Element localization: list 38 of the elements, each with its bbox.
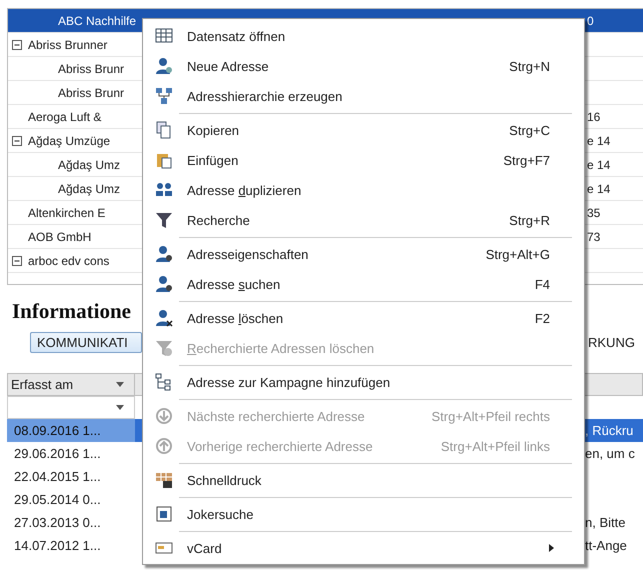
table-cell-text: 35	[586, 206, 602, 220]
menu-label: Adresse löschen	[187, 310, 284, 326]
menu-label: Adresse zur Kampagne hinzufügen	[187, 374, 390, 390]
shortcut-text: F4	[534, 276, 550, 292]
menu-label: Recherchierte Adressen löschen	[187, 340, 374, 356]
shortcut-text: Strg+Alt+Pfeil rechts	[432, 408, 550, 424]
table-cell-text: 73	[586, 230, 602, 244]
menu-label: vCard	[187, 540, 222, 556]
menu-label: Adresse duplizieren	[187, 182, 302, 198]
menu-label: Adresseigenschaften	[187, 246, 308, 262]
menu-label: Einfügen	[187, 152, 238, 168]
shortcut-text: Strg+F7	[503, 152, 550, 168]
section-heading: Informatione	[12, 299, 131, 324]
table-cell-text: 16	[586, 110, 602, 124]
table-cell-text: e 14	[586, 158, 612, 172]
menu-label: Schnelldruck	[187, 472, 262, 488]
table-cell-text: tt-Ange	[585, 538, 628, 553]
shortcut-text: Strg+N	[509, 58, 550, 74]
menu-label: Adresshierarchie erzeugen	[187, 88, 342, 104]
table-cell-text: , Rückru	[585, 423, 634, 438]
menu-label: Jokersuche	[187, 506, 254, 522]
menu-label: Adresse suchen	[187, 276, 280, 292]
menu-label: Nächste recherchierte Adresse	[187, 408, 365, 424]
table-cell-text: en, um c	[585, 446, 636, 461]
table-cell-text: n, Bitte	[585, 515, 626, 530]
shortcut-text: Strg+Alt+Pfeil links	[440, 438, 550, 454]
table-cell-text: e 14	[586, 134, 612, 148]
table-cell-text: e 14	[586, 182, 612, 196]
shortcut-text: F2	[534, 310, 550, 326]
shortcut-text: Strg+C	[509, 122, 550, 138]
menu-label: Vorherige recherchierte Adresse	[187, 438, 373, 454]
shortcut-text: Strg+Alt+G	[486, 246, 550, 262]
menu-label: Neue Adresse	[187, 58, 269, 74]
table-cell-text: 0	[586, 14, 595, 28]
shortcut-text: Strg+R	[509, 212, 550, 228]
menu-label: Recherche	[187, 212, 250, 228]
menu-label: Datensatz öffnen	[187, 28, 286, 44]
menu-label: Kopieren	[187, 122, 240, 138]
